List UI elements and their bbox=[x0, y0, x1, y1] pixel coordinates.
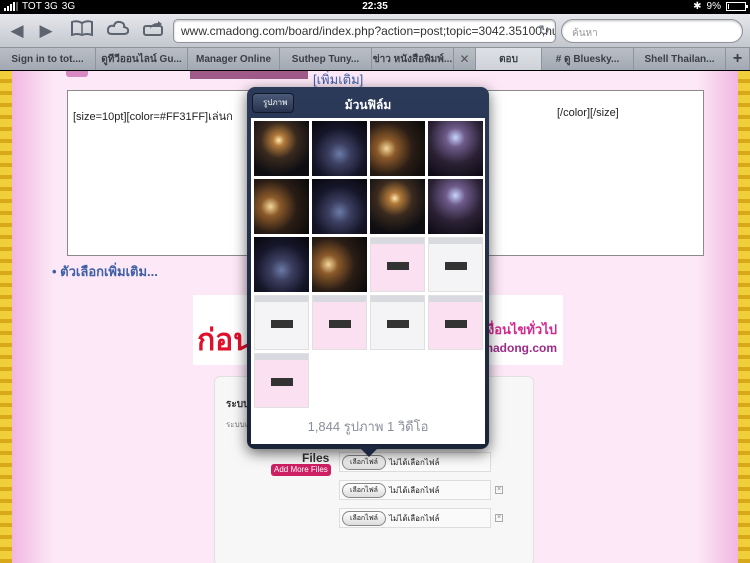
tab-close-icon[interactable]: ✕ bbox=[454, 48, 476, 70]
clock: 22:35 bbox=[362, 1, 388, 12]
add-more-files-button[interactable]: Add More Files bbox=[271, 464, 331, 476]
screenshot-thumbnail[interactable] bbox=[428, 237, 483, 292]
user-avatar-strip bbox=[66, 71, 88, 77]
screenshot-thumbnail[interactable] bbox=[370, 237, 425, 292]
screenshot-thumbnail[interactable] bbox=[254, 295, 309, 350]
new-tab-plus-icon[interactable]: + bbox=[726, 48, 750, 70]
tab-bluesky[interactable]: # ดู Bluesky... bbox=[542, 48, 634, 70]
tab-shell-thailand[interactable]: Shell Thailan... bbox=[634, 48, 726, 70]
editor-text: [size=10pt][color=#FF31FF]เล่นก bbox=[73, 111, 233, 123]
photo-thumbnail[interactable] bbox=[254, 179, 309, 234]
forward-arrow-icon[interactable]: ▶ bbox=[34, 20, 58, 42]
photo-grid-container[interactable]: 1,844 รูปภาพ 1 วิดีโอ bbox=[251, 118, 485, 444]
file-input-row: เลือกไฟล์ ไม่ได้เลือกไฟล์ bbox=[339, 508, 491, 528]
left-pink-gradient bbox=[12, 71, 52, 563]
photo-thumbnail[interactable] bbox=[428, 121, 483, 176]
banner-headline: ก่อน bbox=[197, 324, 254, 357]
screenshot-thumbnail[interactable] bbox=[370, 295, 425, 350]
bookmarks-icon[interactable] bbox=[70, 20, 94, 42]
right-pink-gradient bbox=[698, 71, 738, 563]
remove-file-icon[interactable]: × bbox=[495, 514, 503, 522]
tab-tv-online[interactable]: ดูทีวีออนไลน์ Gu... bbox=[96, 48, 188, 70]
left-border-decoration bbox=[0, 71, 12, 563]
photo-thumbnail[interactable] bbox=[312, 121, 367, 176]
right-border-decoration bbox=[738, 71, 750, 563]
screenshot-thumbnail[interactable] bbox=[428, 295, 483, 350]
status-bar: TOT 3G 3G 22:35 ✱ 9% bbox=[0, 0, 750, 14]
search-input[interactable]: ค้นหา bbox=[561, 19, 743, 43]
file-input-row: เลือกไฟล์ ไม่ได้เลือกไฟล์ bbox=[339, 480, 491, 500]
banner-terms-text: เงื่อนไขทั่วไป bbox=[483, 322, 557, 337]
popover-arrow bbox=[358, 446, 380, 457]
battery-icon bbox=[726, 2, 748, 11]
screenshot-thumbnail[interactable] bbox=[312, 295, 367, 350]
back-arrow-icon[interactable]: ◀ bbox=[5, 20, 29, 42]
more-options-link[interactable]: • ตัวเลือกเพิ่มเติม... bbox=[52, 261, 158, 282]
remove-file-icon[interactable]: × bbox=[495, 486, 503, 494]
editor-text-end: [/color][/size] bbox=[557, 107, 619, 119]
files-label: Files bbox=[302, 451, 330, 465]
photo-thumbnail[interactable] bbox=[312, 237, 367, 292]
banner-domain: madong.com bbox=[482, 341, 557, 355]
file-status: ไม่ได้เลือกไฟล์ bbox=[389, 513, 440, 523]
browser-toolbar: ◀ ▶ www.cmadong.com/board/index.php?acti… bbox=[0, 14, 750, 48]
file-status: ไม่ได้เลือกไฟล์ bbox=[389, 457, 440, 467]
battery-percent: 9% bbox=[706, 1, 721, 12]
tab-reply-active[interactable]: ตอบ bbox=[476, 48, 542, 70]
url-field[interactable]: www.cmadong.com/board/index.php?action=p… bbox=[173, 19, 556, 43]
tab-suthep[interactable]: Suthep Tuny... bbox=[280, 48, 372, 70]
screenshot-thumbnail[interactable] bbox=[254, 353, 309, 408]
panel-title: ระบบ bbox=[226, 399, 250, 410]
icloud-tabs-icon[interactable] bbox=[106, 20, 130, 42]
tab-newspaper[interactable]: ข่าว หนังสือพิมพ์... bbox=[372, 48, 454, 70]
photo-thumbnail[interactable] bbox=[312, 179, 367, 234]
share-icon[interactable] bbox=[141, 20, 165, 42]
bluetooth-icon: ✱ bbox=[693, 1, 702, 12]
battery-fill bbox=[728, 4, 729, 9]
popover-title: ม้วนฟิล์ม bbox=[344, 98, 392, 112]
choose-file-button[interactable]: เลือกไฟล์ bbox=[342, 510, 386, 526]
photo-thumbnail[interactable] bbox=[370, 179, 425, 234]
file-status: ไม่ได้เลือกไฟล์ bbox=[389, 485, 440, 495]
choose-file-button[interactable]: เลือกไฟล์ bbox=[342, 482, 386, 498]
attached-image-strip bbox=[190, 71, 308, 79]
photo-thumbnail[interactable] bbox=[370, 121, 425, 176]
photo-thumbnail[interactable] bbox=[254, 237, 309, 292]
camera-roll-popover: รูปภาพ ม้วนฟิล์ม 1,844 รูปภาพ 1 วิดีโอ bbox=[247, 87, 489, 449]
tab-bar: Sign in to tot.... ดูทีวีออนไลน์ Gu... M… bbox=[0, 48, 750, 70]
reload-icon[interactable]: ↻ bbox=[538, 22, 550, 39]
media-count: 1,844 รูปภาพ 1 วิดีโอ bbox=[307, 419, 429, 434]
photo-thumbnail[interactable] bbox=[428, 179, 483, 234]
tab-manager-online[interactable]: Manager Online bbox=[188, 48, 280, 70]
photo-thumbnail[interactable] bbox=[254, 121, 309, 176]
tab-sign-in[interactable]: Sign in to tot.... bbox=[0, 48, 96, 70]
url-text: www.cmadong.com/board/index.php?action=p… bbox=[181, 24, 556, 38]
